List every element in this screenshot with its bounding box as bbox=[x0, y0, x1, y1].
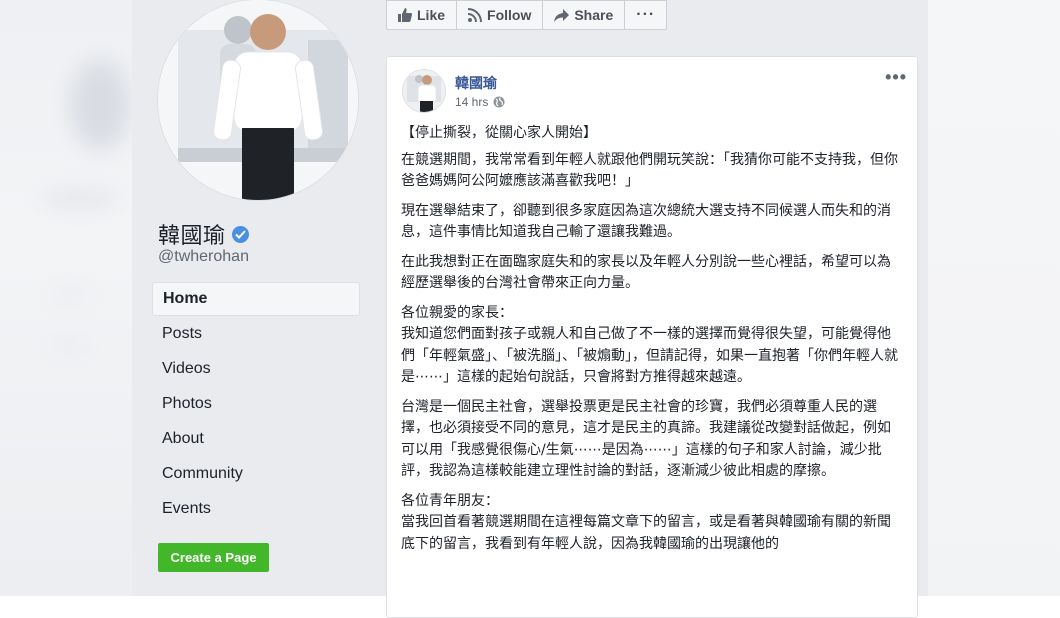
post-heading: 【停止撕裂，從關心家人開始】 bbox=[401, 125, 597, 141]
nav-item-home[interactable]: Home bbox=[152, 282, 360, 316]
page-action-bar: Like Follow Share ··· bbox=[386, 0, 668, 30]
post-author[interactable]: 韓國瑜 bbox=[455, 73, 497, 93]
profile-photo[interactable] bbox=[158, 0, 358, 200]
like-button[interactable]: Like bbox=[386, 0, 458, 30]
nav-item-community[interactable]: Community bbox=[152, 456, 360, 491]
more-actions-icon: ··· bbox=[636, 6, 656, 23]
post-paragraph: 在競選期間，我常常看到年輕人就跟他們開玩笑說：「我猜你可能不支持我，但你爸爸媽媽… bbox=[401, 151, 898, 190]
share-button[interactable]: Share bbox=[543, 0, 626, 30]
page-handle[interactable]: @twherohan bbox=[158, 248, 249, 266]
post-body: 【停止撕裂，從關心家人開始】 在競選期間，我常常看到年輕人就跟他們開玩笑說：「我… bbox=[401, 123, 903, 563]
nav-item-events[interactable]: Events bbox=[152, 491, 360, 526]
nav-item-videos[interactable]: Videos bbox=[152, 351, 360, 386]
like-label: Like bbox=[417, 7, 446, 23]
page-title-row: 韓國瑜 bbox=[158, 218, 249, 250]
rss-icon bbox=[468, 8, 483, 22]
follow-button[interactable]: Follow bbox=[457, 0, 544, 30]
nav-item-photos[interactable]: Photos bbox=[152, 386, 360, 421]
post-paragraph: 各位青年朋友： 當我回首看著競選期間在這裡每篇文章下的留言，或是看著與韓國瑜有關… bbox=[401, 492, 891, 552]
post-timestamp: 14 hrs bbox=[455, 95, 505, 109]
more-actions-button[interactable]: ··· bbox=[625, 0, 668, 30]
background-left bbox=[0, 0, 132, 596]
share-arrow-icon bbox=[554, 8, 570, 22]
nav-item-about[interactable]: About bbox=[152, 421, 360, 456]
author-avatar[interactable] bbox=[402, 69, 446, 113]
follow-label: Follow bbox=[487, 7, 532, 23]
page-nav: Home Posts Videos Photos About Community… bbox=[152, 282, 360, 526]
post-paragraph: 各位親愛的家長： 我知道您們面對孩子或親人和自己做了不一樣的選擇而覺得很失望，可… bbox=[401, 304, 898, 386]
post-paragraph: 台灣是一個民主社會，選舉投票更是民主社會的珍寶，我們必須尊重人民的選擇，也必須接… bbox=[401, 398, 891, 480]
nav-item-posts[interactable]: Posts bbox=[152, 316, 360, 351]
post-paragraph: 現在選舉結束了，卻聽到很多家庭因為這次總統大選支持不同候選人而失和的消息，這件事… bbox=[401, 202, 891, 241]
post-card: 韓國瑜 14 hrs ••• 【停止撕裂，從關心家人開始】 在競選期間，我常常看… bbox=[386, 56, 918, 618]
page-title: 韓國瑜 bbox=[158, 223, 226, 248]
share-label: Share bbox=[574, 7, 614, 23]
background-right bbox=[928, 0, 1060, 596]
post-paragraph: 在此我想對正在面臨家庭失和的家長以及年輕人分別說一些心裡話，希望可以為經歷選舉後… bbox=[401, 253, 891, 292]
thumbs-up-icon bbox=[398, 8, 412, 22]
post-time-text[interactable]: 14 hrs bbox=[455, 95, 488, 109]
verified-badge-icon bbox=[231, 225, 249, 243]
post-options-icon[interactable]: ••• bbox=[885, 67, 907, 88]
create-page-button[interactable]: Create a Page bbox=[158, 543, 269, 572]
globe-icon bbox=[493, 96, 505, 108]
